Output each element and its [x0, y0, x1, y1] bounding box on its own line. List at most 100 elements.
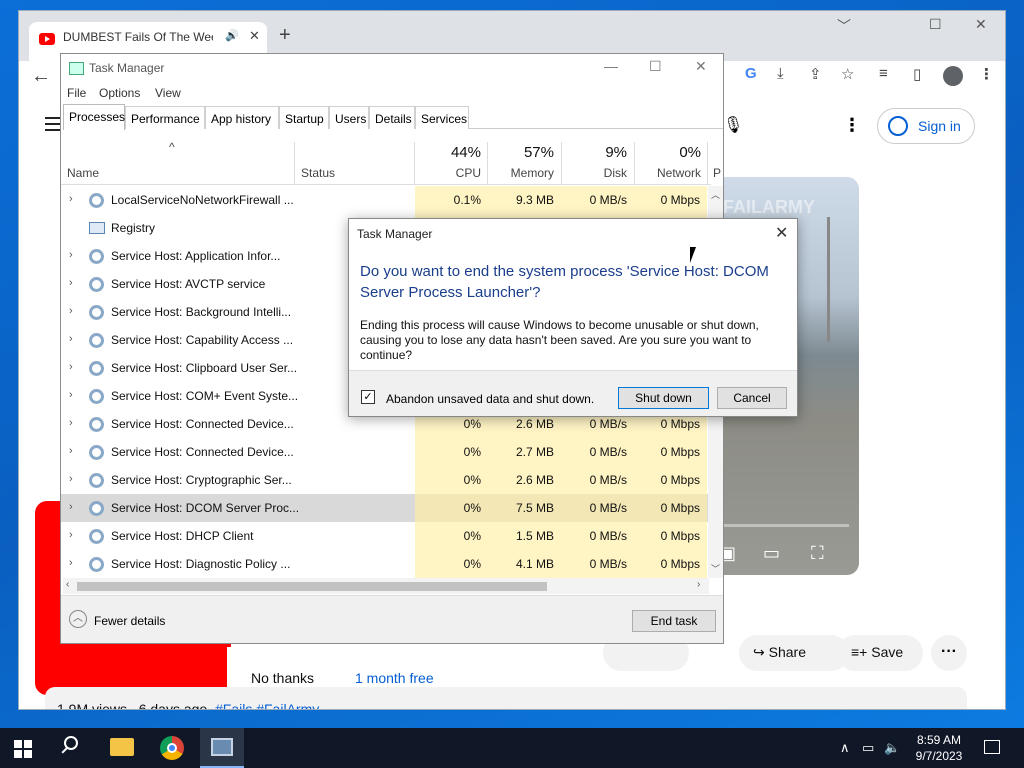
chrome-taskbar-icon[interactable]: [160, 736, 184, 760]
menu-view[interactable]: View: [155, 86, 181, 100]
disk-value: 0 MB/s: [589, 557, 627, 571]
expand-chevron-icon[interactable]: ›: [69, 193, 73, 205]
scroll-down-arrow-icon[interactable]: ﹀: [711, 562, 720, 575]
month-free-button[interactable]: 1 month free: [355, 670, 434, 686]
horizontal-scroll-thumb[interactable]: [77, 582, 547, 591]
no-thanks-button[interactable]: No thanks: [251, 670, 314, 686]
youtube-settings-icon[interactable]: ⋮: [843, 115, 861, 136]
shut-down-button[interactable]: Shut down: [618, 387, 709, 409]
profile-avatar[interactable]: [943, 66, 963, 86]
tm-maximize-button[interactable]: ☐: [649, 58, 662, 75]
menu-file[interactable]: File: [67, 86, 86, 100]
clock[interactable]: 8:59 AM 9/7/2023: [910, 732, 968, 764]
expand-chevron-icon[interactable]: ›: [69, 557, 73, 569]
expand-chevron-icon[interactable]: ›: [69, 277, 73, 289]
side-panel-icon[interactable]: ▯: [913, 65, 921, 83]
scroll-up-arrow-icon[interactable]: ︿: [711, 188, 720, 201]
search-icon[interactable]: [60, 736, 82, 758]
table-row[interactable]: › Service Host: DHCP Client 0% 1.5 MB 0 MB/s…: [61, 522, 708, 550]
tab-startup[interactable]: Startup: [279, 106, 329, 129]
sign-in-button[interactable]: Sign in: [877, 108, 975, 144]
table-row[interactable]: › Service Host: Connected Device... 0% 2.7 …: [61, 438, 708, 466]
process-name: Service Host: DCOM Server Proc...: [111, 501, 300, 515]
fullscreen-icon[interactable]: ⛶: [811, 543, 824, 564]
expand-chevron-icon[interactable]: ›: [69, 445, 73, 457]
tab-audio-icon[interactable]: 🔊: [225, 29, 239, 42]
expand-chevron-icon[interactable]: ›: [69, 249, 73, 261]
table-row[interactable]: › LocalServiceNoNetworkFirewall ... 0.1% 9.…: [61, 186, 708, 214]
new-tab-button[interactable]: +: [279, 24, 291, 47]
chevron-up-icon[interactable]: ︿: [69, 610, 87, 628]
chrome-menu-icon[interactable]: ⋮: [979, 65, 994, 83]
save-button[interactable]: ≡+ Save: [837, 635, 923, 671]
bookmark-star-icon[interactable]: ☆: [841, 65, 854, 83]
column-cpu[interactable]: CPU: [417, 166, 481, 180]
google-lens-icon[interactable]: G: [745, 65, 757, 82]
column-disk[interactable]: Disk: [564, 166, 627, 180]
tm-minimize-button[interactable]: —: [604, 58, 618, 74]
chrome-close-button[interactable]: ✕: [975, 16, 987, 33]
expand-chevron-icon[interactable]: ›: [69, 361, 73, 373]
task-manager-taskbar-icon[interactable]: [200, 728, 244, 768]
process-name: Service Host: COM+ Event Syste...: [111, 389, 299, 403]
expand-chevron-icon[interactable]: ›: [69, 305, 73, 317]
column-name[interactable]: Name: [67, 166, 99, 180]
volume-muted-icon[interactable]: 🔈: [884, 740, 900, 756]
chrome-restore-button[interactable]: ☐: [929, 16, 942, 33]
task-manager-footer: ︿ Fewer details End task: [61, 595, 723, 643]
column-network[interactable]: Network: [637, 166, 701, 180]
table-row[interactable]: › Service Host: Diagnostic Policy ... 0% 4.…: [61, 550, 708, 578]
abandon-data-checkbox[interactable]: ✓: [361, 390, 375, 404]
reading-list-icon[interactable]: ≡: [879, 65, 888, 82]
horizontal-scrollbar[interactable]: ‹ ›: [63, 578, 709, 594]
tab-details[interactable]: Details: [369, 106, 415, 129]
tab-processes[interactable]: Processes: [63, 104, 125, 130]
tab-performance[interactable]: Performance: [125, 106, 205, 129]
column-memory[interactable]: Memory: [491, 166, 554, 180]
tab-users[interactable]: Users: [329, 106, 369, 129]
share-icon[interactable]: ⇪: [809, 65, 822, 83]
column-separator: [294, 142, 295, 184]
expand-chevron-icon[interactable]: ›: [69, 417, 73, 429]
hashtags[interactable]: #Fails #FailArmy: [215, 701, 319, 709]
voice-search-icon[interactable]: 🎙: [723, 115, 743, 135]
share-button[interactable]: ↪ Share: [739, 635, 849, 671]
dialog-close-icon[interactable]: ✕: [775, 223, 788, 243]
cancel-button[interactable]: Cancel: [717, 387, 787, 409]
gear-icon: [89, 557, 104, 572]
install-icon[interactable]: ⤓: [777, 65, 784, 82]
end-task-button[interactable]: End task: [632, 610, 716, 632]
table-row[interactable]: › Service Host: Cryptographic Ser... 0% 2.6…: [61, 466, 708, 494]
scroll-right-arrow-icon[interactable]: ›: [697, 579, 700, 590]
tab-services[interactable]: Services: [415, 106, 469, 129]
notification-icon[interactable]: [984, 740, 1000, 754]
file-explorer-icon[interactable]: [110, 738, 134, 756]
video-progress-bar[interactable]: [719, 524, 849, 527]
tab-app-history[interactable]: App history: [205, 106, 279, 129]
chrome-minimize-button[interactable]: ﹀: [837, 16, 851, 36]
theater-mode-icon[interactable]: ▭: [763, 543, 780, 564]
column-power[interactable]: P: [713, 166, 723, 180]
scroll-left-arrow-icon[interactable]: ‹: [66, 579, 69, 590]
disk-total: 9%: [605, 144, 627, 161]
expand-chevron-icon[interactable]: ›: [69, 333, 73, 345]
gear-icon: [89, 473, 104, 488]
expand-chevron-icon[interactable]: ›: [69, 389, 73, 401]
column-status[interactable]: Status: [301, 166, 335, 180]
tm-close-button[interactable]: ✕: [695, 58, 707, 75]
process-name: Service Host: Background Intelli...: [111, 305, 292, 319]
start-button[interactable]: [14, 740, 32, 758]
expand-chevron-icon[interactable]: ›: [69, 501, 73, 513]
share-label: Share: [768, 644, 806, 660]
network-icon[interactable]: ▭: [862, 740, 874, 756]
expand-chevron-icon[interactable]: ›: [69, 529, 73, 541]
tray-overflow-icon[interactable]: ∧: [840, 740, 850, 756]
menu-options[interactable]: Options: [99, 86, 140, 100]
fewer-details-link[interactable]: Fewer details: [94, 614, 165, 628]
abandon-data-label[interactable]: Abandon unsaved data and shut down.: [386, 392, 594, 406]
table-row[interactable]: › Service Host: DCOM Server Proc... 0% 7.5 …: [61, 494, 708, 522]
expand-chevron-icon[interactable]: ›: [69, 473, 73, 485]
back-button[interactable]: ←: [31, 65, 51, 88]
tab-close-icon[interactable]: ✕: [249, 28, 260, 44]
more-actions-button[interactable]: ···: [931, 635, 967, 671]
